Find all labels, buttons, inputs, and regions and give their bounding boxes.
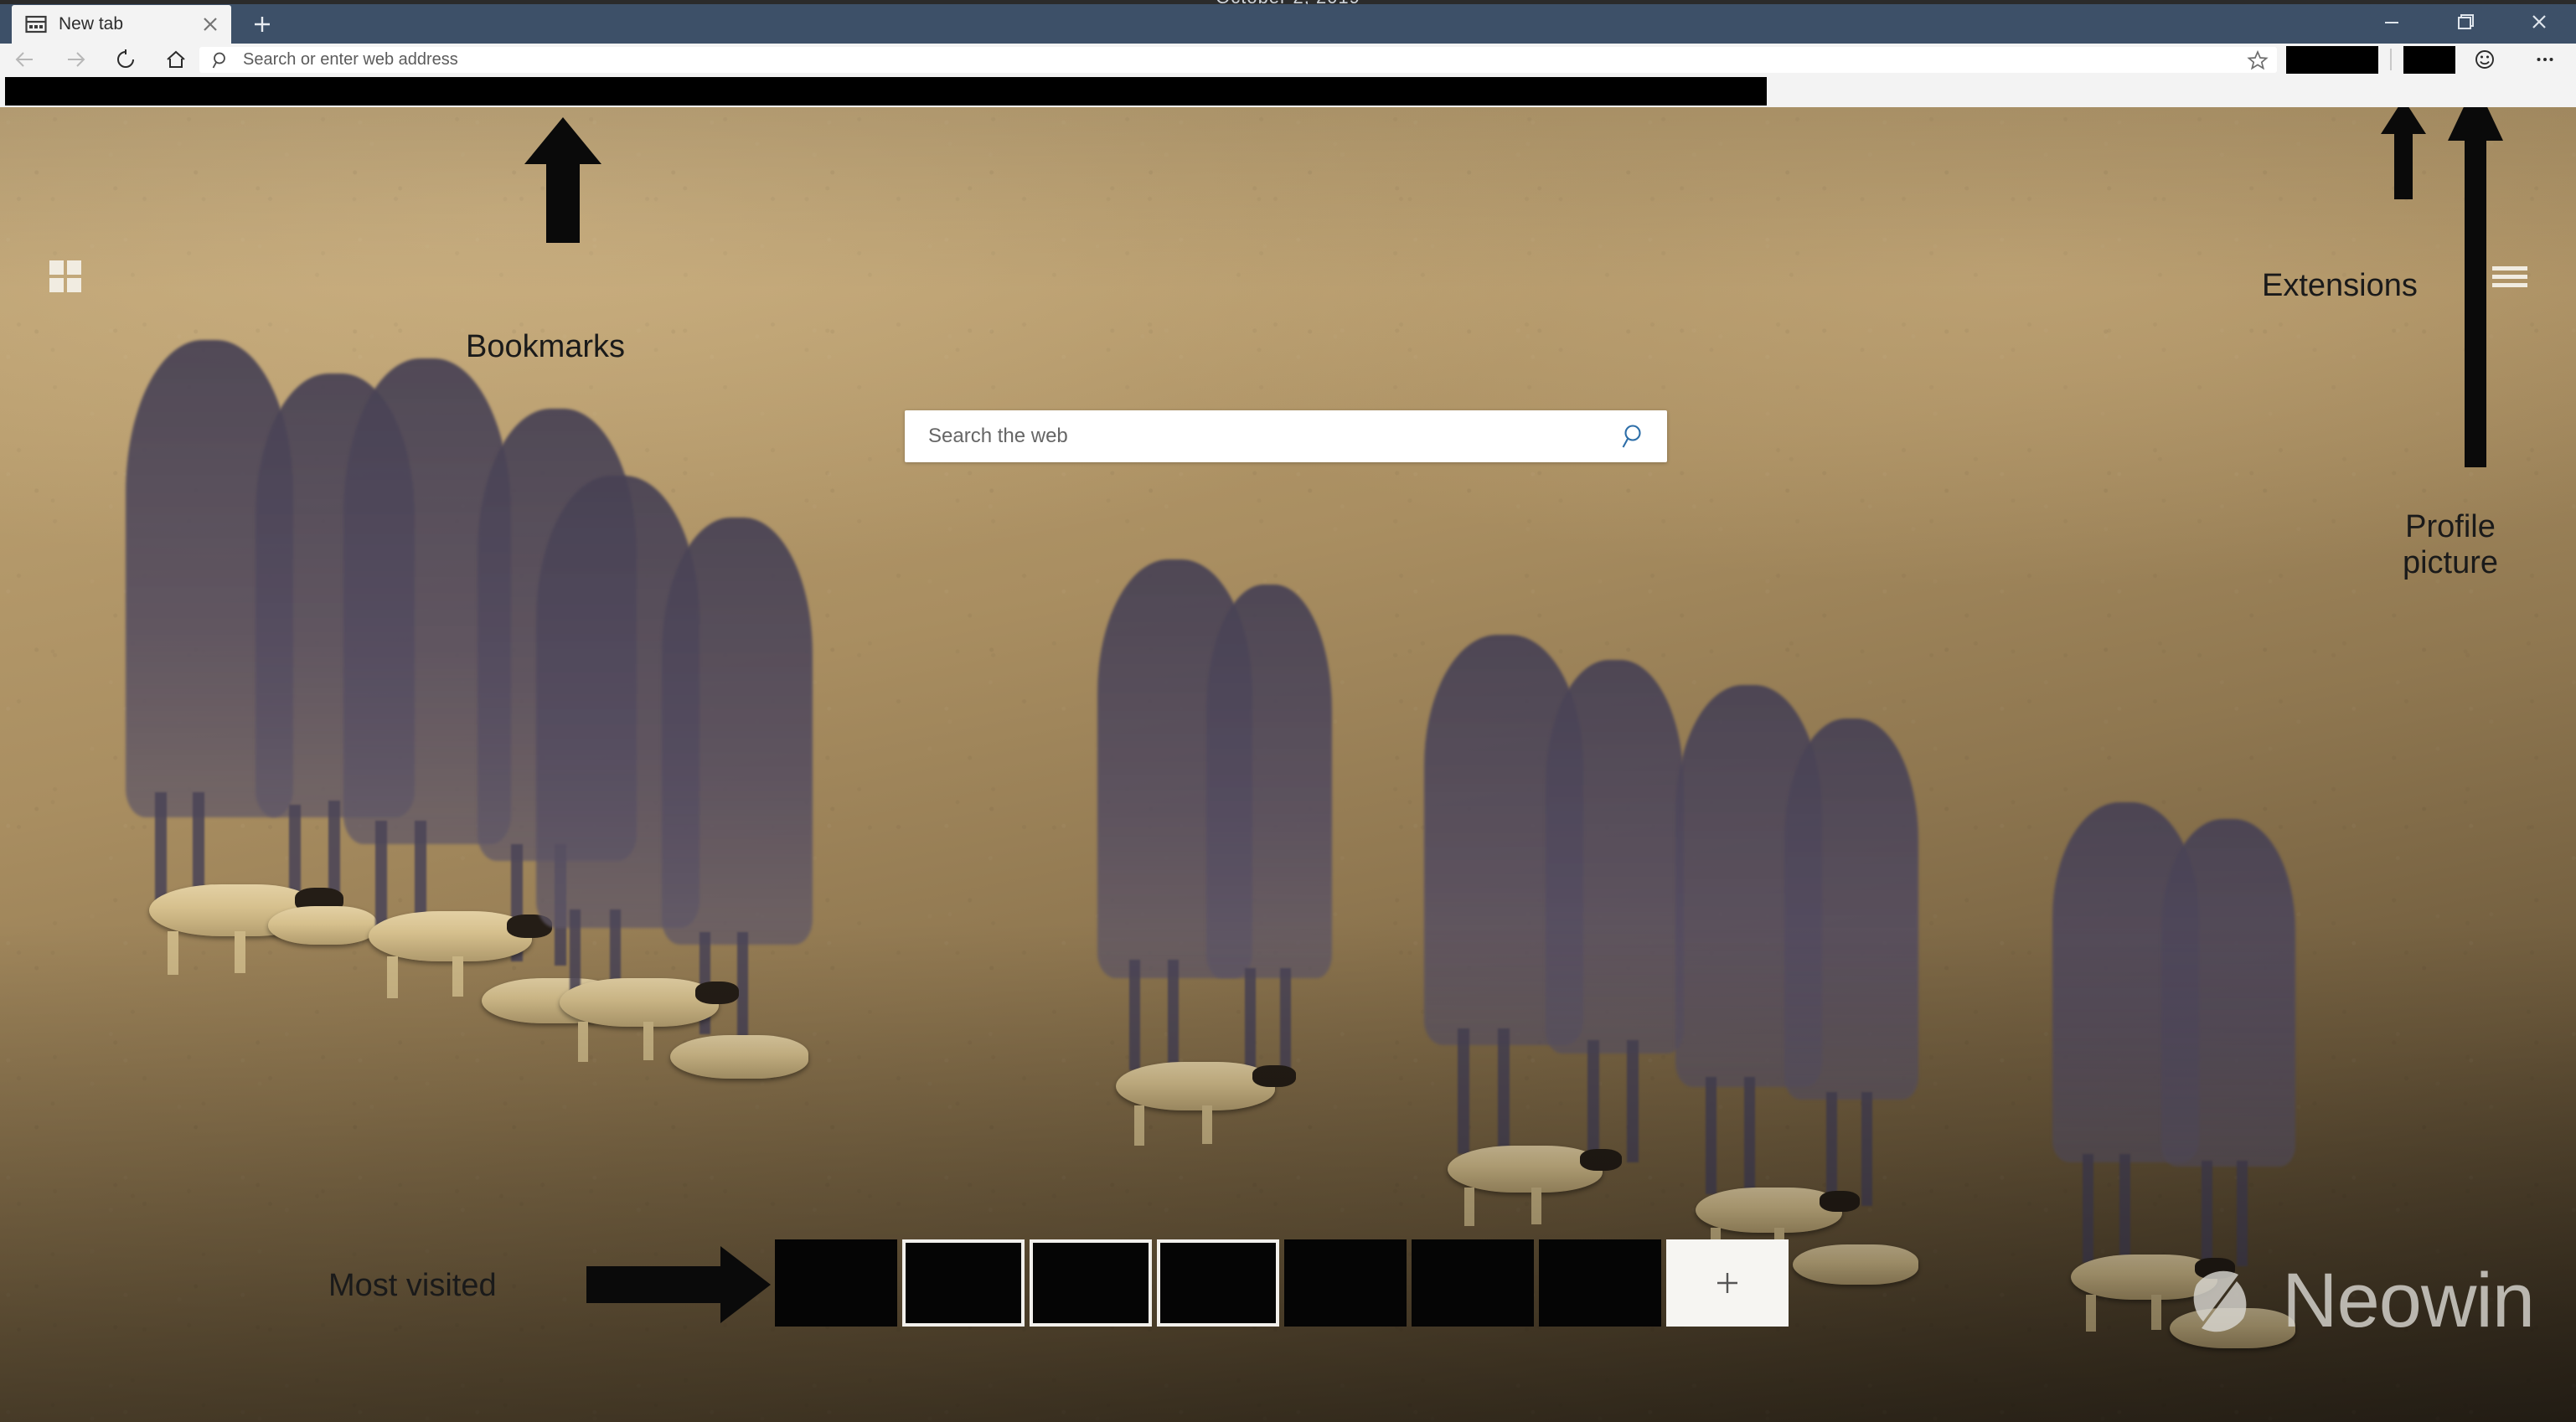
close-button[interactable] bbox=[2502, 0, 2576, 44]
arrow-left-icon bbox=[15, 52, 33, 67]
most-visited-tile[interactable] bbox=[1412, 1239, 1534, 1327]
toolbar-divider bbox=[2390, 49, 2392, 70]
add-tile-button[interactable] bbox=[1666, 1239, 1789, 1327]
profile-annotation-line2: picture bbox=[2402, 544, 2499, 580]
maximize-button[interactable] bbox=[2429, 0, 2502, 44]
smiley-icon bbox=[2475, 50, 2494, 69]
settings-and-more-button[interactable] bbox=[2514, 44, 2576, 75]
browser-toolbar: Search or enter web address bbox=[0, 44, 2576, 75]
forward-button[interactable] bbox=[50, 44, 101, 75]
plus-icon bbox=[1717, 1273, 1737, 1293]
new-tab-button[interactable] bbox=[231, 5, 293, 44]
bookmarks-bar-redacted-box bbox=[5, 77, 1767, 106]
refresh-button[interactable] bbox=[101, 44, 151, 75]
titlebar-cut-text: October 2, 2019 bbox=[1216, 0, 1360, 4]
profile-picture-annotation-label: Profile picture bbox=[2354, 509, 2547, 580]
feedback-button[interactable] bbox=[2455, 44, 2514, 75]
tab-close-icon[interactable] bbox=[199, 13, 221, 35]
star-icon[interactable] bbox=[2247, 49, 2269, 71]
arrow-right-icon bbox=[68, 52, 85, 67]
back-button[interactable] bbox=[0, 44, 50, 75]
profile-annotation-line1: Profile bbox=[2405, 509, 2496, 544]
titlebar-cut-text-sliver: October 2, 2019 bbox=[0, 0, 2576, 4]
title-bar: October 2, 2019 New tab bbox=[0, 0, 2576, 44]
bookmarks-annotation-arrow bbox=[521, 117, 605, 243]
restore-icon bbox=[2458, 14, 2474, 29]
home-button[interactable] bbox=[151, 44, 201, 75]
minimize-button[interactable] bbox=[2355, 0, 2429, 44]
search-icon[interactable] bbox=[1620, 422, 1649, 451]
toolbar-right-actions bbox=[2286, 44, 2576, 75]
browser-window: October 2, 2019 New tab bbox=[0, 0, 2576, 1422]
most-visited-tiles bbox=[775, 1239, 1789, 1330]
bookmarks-annotation-label: Bookmarks bbox=[466, 329, 626, 364]
close-icon bbox=[2532, 15, 2546, 28]
most-visited-tile[interactable] bbox=[902, 1239, 1025, 1327]
background-vignette bbox=[0, 107, 2576, 1422]
most-visited-tile[interactable] bbox=[1539, 1239, 1661, 1327]
search-input[interactable]: Search the web bbox=[928, 425, 1620, 448]
search-icon bbox=[211, 50, 231, 70]
most-visited-annotation-arrow bbox=[586, 1244, 772, 1325]
plus-icon bbox=[255, 17, 270, 32]
tab-strip: New tab bbox=[0, 3, 293, 44]
most-visited-tile[interactable] bbox=[1030, 1239, 1152, 1327]
address-bar[interactable]: Search or enter web address bbox=[199, 47, 2277, 73]
extensions-annotation-arrow bbox=[2377, 107, 2429, 199]
new-tab-page: Search the web Neowin Bookmarks Extensio… bbox=[0, 107, 2576, 1422]
neowin-wordmark: Neowin bbox=[2282, 1258, 2535, 1343]
most-visited-tile[interactable] bbox=[1157, 1239, 1279, 1327]
neowin-logo bbox=[2180, 1260, 2247, 1342]
window-controls bbox=[2355, 0, 2576, 44]
tab-title: New tab bbox=[59, 14, 124, 33]
search-the-web-box[interactable]: Search the web bbox=[905, 410, 1667, 462]
neowin-watermark: Neowin bbox=[2178, 1257, 2535, 1345]
bookmarks-bar[interactable] bbox=[0, 75, 2576, 107]
most-visited-annotation-label: Most visited bbox=[328, 1268, 497, 1303]
refresh-icon bbox=[117, 49, 134, 68]
extensions-annotation-label: Extensions bbox=[2262, 268, 2418, 303]
ellipsis-icon bbox=[2537, 58, 2553, 61]
profile-picture-annotation-arrow bbox=[2444, 107, 2506, 467]
tab-new-tab[interactable]: New tab bbox=[12, 5, 231, 44]
address-input[interactable]: Search or enter web address bbox=[243, 50, 2247, 70]
minimize-icon bbox=[2385, 22, 2398, 23]
profile-picture-redacted-box[interactable] bbox=[2403, 45, 2455, 74]
home-icon bbox=[167, 50, 185, 68]
newtab-favicon-icon bbox=[25, 15, 47, 33]
most-visited-tile[interactable] bbox=[1284, 1239, 1407, 1327]
extensions-redacted-box[interactable] bbox=[2286, 45, 2378, 74]
most-visited-tile[interactable] bbox=[775, 1239, 897, 1327]
grid-icon[interactable] bbox=[47, 258, 84, 295]
